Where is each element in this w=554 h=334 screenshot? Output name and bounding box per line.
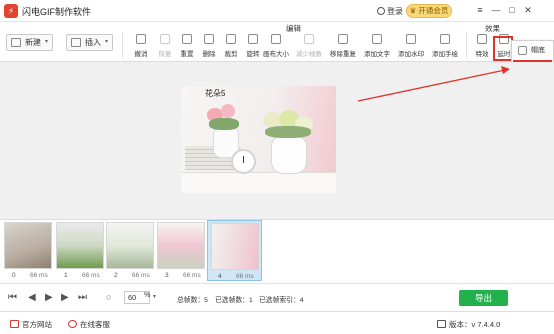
frame-index: 2 (114, 272, 118, 279)
version-info: 版本：v 7.4.4.0 (437, 319, 500, 330)
frame-thumbnail[interactable]: 0 66 ms (2, 222, 54, 280)
frame-image (211, 223, 259, 270)
monitor-icon (10, 320, 19, 328)
official-website-label: 官方网站 (22, 320, 52, 329)
zoom-icon: ○ (106, 292, 112, 302)
last-frame-icon[interactable]: ⏭ (78, 292, 87, 303)
total-frames: 总帧数：5 (177, 297, 208, 304)
status-bar: 官方网站 在线客服 版本：v 7.4.4.0 (0, 311, 554, 334)
previous-frame-icon[interactable]: ◀ (28, 292, 36, 303)
export-button[interactable]: 导出 (459, 290, 508, 306)
download-icon (437, 320, 446, 328)
frame-filmstrip: 0 66 ms 1 66 ms 2 66 ms 3 66 ms 4 66 ms (0, 219, 554, 284)
first-frame-icon[interactable]: ⏮ (8, 292, 17, 303)
arrow-line (357, 69, 506, 102)
frame-index: 3 (165, 272, 169, 279)
frame-image (4, 222, 52, 269)
selected-frame-index: 已选帧索引：4 (259, 297, 304, 304)
frame-duration: 66 ms (82, 272, 100, 279)
frame-index: 0 (12, 272, 16, 279)
zoom-unit: % (144, 292, 151, 299)
frame-thumbnail[interactable]: 2 66 ms (104, 222, 156, 280)
frame-duration: 66 ms (183, 272, 201, 279)
headset-icon (68, 320, 77, 328)
frame-index: 4 (218, 273, 222, 280)
version-label: 版本：v 7.4.4.0 (449, 320, 501, 329)
play-icon[interactable]: ▶ (45, 292, 53, 303)
online-support-label: 在线客服 (80, 320, 110, 329)
frame-thumbnail-selected[interactable]: 4 66 ms (207, 220, 262, 281)
online-support-link[interactable]: 在线客服 (68, 319, 110, 330)
next-frame-icon[interactable]: ▶ (61, 292, 69, 303)
official-website-link[interactable]: 官方网站 (10, 319, 52, 330)
frame-image (56, 222, 104, 269)
frame-duration: 66 ms (236, 273, 254, 280)
frame-thumbnail[interactable]: 3 66 ms (155, 222, 207, 280)
arrow-head (501, 66, 510, 74)
frame-duration: 66 ms (30, 272, 48, 279)
frame-image (106, 222, 154, 269)
selected-frames: 已选帧数：1 (215, 297, 253, 304)
chevron-down-icon[interactable]: ▾ (153, 293, 156, 300)
frame-thumbnail[interactable]: 1 66 ms (54, 222, 106, 280)
frame-duration: 66 ms (132, 272, 150, 279)
playback-controls: ⏮ ◀ ▶ ▶ ⏭ ○ 60 % ▾ 总帧数：5 已选帧数：1 已选帧索引：4 … (0, 285, 554, 311)
frame-image (157, 222, 205, 269)
frame-index: 1 (64, 272, 68, 279)
